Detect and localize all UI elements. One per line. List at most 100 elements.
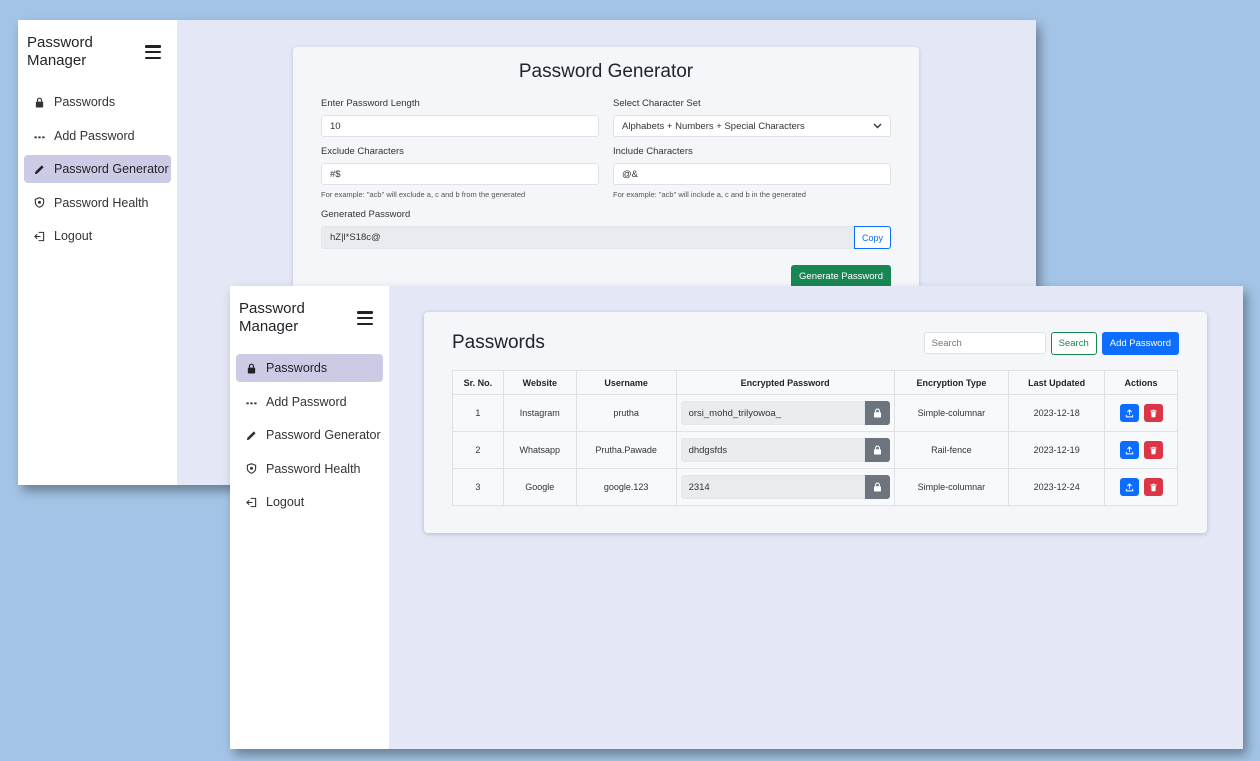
- logout-icon: [245, 496, 257, 508]
- trash-icon: [1149, 446, 1157, 454]
- encryption-type-cell: Rail-fence: [893, 431, 1010, 469]
- search-input[interactable]: [923, 332, 1046, 354]
- page-title: Passwords: [452, 332, 545, 353]
- sidebar: Password Manager Passwords Add Password …: [18, 20, 177, 485]
- encryption-type-cell: Simple-columnar: [893, 468, 1010, 506]
- sidebar-item-add-password[interactable]: Add Password: [236, 388, 383, 416]
- pencil-icon: [33, 163, 45, 175]
- generated-label: Generated Password: [321, 209, 411, 220]
- sidebar-item-logout[interactable]: Logout: [24, 222, 171, 250]
- charset-label: Select Character Set: [613, 98, 701, 109]
- last-updated-cell: 2023-12-18: [1008, 394, 1106, 432]
- app-title: Password Manager: [239, 300, 305, 335]
- include-characters-input[interactable]: @&: [613, 163, 891, 185]
- dots-icon: [33, 130, 45, 142]
- upload-button[interactable]: [1119, 404, 1139, 422]
- sidebar-item-label: Add Password: [54, 128, 135, 143]
- upload-icon: [1125, 445, 1133, 454]
- delete-button[interactable]: [1143, 441, 1163, 459]
- sidebar-item-passwords[interactable]: Passwords: [236, 354, 383, 382]
- pencil-icon: [245, 429, 257, 441]
- sidebar-header: Password Manager: [24, 32, 171, 70]
- lock-icon: [33, 96, 45, 108]
- sidebar-item-password-generator[interactable]: Password Generator: [236, 421, 383, 449]
- actions-cell: [1104, 431, 1178, 469]
- sidebar-item-label: Password Health: [54, 195, 149, 210]
- sidebar-item-label: Logout: [266, 495, 305, 509]
- generate-password-button[interactable]: Generate Password: [791, 265, 891, 288]
- hamburger-menu-icon[interactable]: [357, 311, 373, 325]
- sidebar-item-label: Passwords: [266, 361, 328, 375]
- delete-button[interactable]: [1143, 404, 1163, 422]
- lock-icon: [873, 445, 881, 455]
- sidebar-item-label: Passwords: [54, 95, 116, 109]
- sidebar-item-label: Add Password: [266, 394, 347, 409]
- upload-icon: [1125, 408, 1133, 417]
- trash-icon: [1149, 409, 1157, 417]
- column-header: Encryption Type: [893, 370, 1010, 395]
- charset-select[interactable]: Alphabets + Numbers + Special Characters: [613, 115, 891, 137]
- shield-icon: [245, 463, 257, 475]
- passwords-card: Passwords Search Add Password Sr. No. We…: [424, 312, 1207, 533]
- encrypted-cell: 2314: [675, 468, 895, 506]
- lock-icon: [245, 362, 257, 374]
- charset-value: Alphabets + Numbers + Special Characters: [622, 120, 805, 132]
- exclude-value: #$: [330, 168, 341, 180]
- sidebar-item-label: Password Generator: [54, 162, 169, 176]
- encrypted-cell: orsi_mohd_trilyowoa_: [675, 394, 895, 432]
- logout-icon: [33, 230, 45, 242]
- actions-cell: [1104, 468, 1178, 506]
- add-password-button[interactable]: Add Password: [1101, 331, 1179, 355]
- column-header: Username: [575, 370, 677, 395]
- actions-cell: [1104, 394, 1178, 432]
- upload-button[interactable]: [1119, 478, 1139, 496]
- passwords-table: Sr. No. Website Username Encrypted Passw…: [452, 370, 1178, 506]
- encrypted-password-field[interactable]: dhdgsfds: [680, 438, 865, 462]
- generated-password-field[interactable]: hZ|l*S18c@: [321, 226, 854, 249]
- encryption-type-cell: Simple-columnar: [893, 394, 1010, 432]
- encrypted-password-field[interactable]: orsi_mohd_trilyowoa_: [680, 401, 865, 425]
- length-value: 10: [330, 120, 341, 132]
- table-row: 2 Whatsapp Prutha.Pawade dhdgsfds Rail-f…: [452, 431, 1178, 469]
- decrypt-lock-button[interactable]: [864, 438, 890, 462]
- sr-cell: 2: [452, 431, 504, 469]
- sidebar-item-add-password[interactable]: Add Password: [24, 122, 171, 150]
- sidebar: Password Manager Passwords Add Password …: [230, 286, 389, 749]
- upload-icon: [1125, 482, 1133, 491]
- sidebar-item-passwords[interactable]: Passwords: [24, 88, 171, 116]
- exclude-characters-input[interactable]: #$: [321, 163, 599, 185]
- password-length-input[interactable]: 10: [321, 115, 599, 137]
- copy-button[interactable]: Copy: [854, 226, 891, 249]
- search-button[interactable]: Search: [1050, 331, 1097, 355]
- decrypt-lock-button[interactable]: [864, 401, 890, 425]
- hamburger-menu-icon[interactable]: [145, 45, 161, 59]
- sidebar-item-password-health[interactable]: Password Health: [236, 455, 383, 483]
- username-cell: prutha: [575, 394, 677, 432]
- sidebar-item-password-generator[interactable]: Password Generator: [24, 155, 171, 183]
- dots-icon: [245, 396, 257, 408]
- chevron-down-icon: [873, 121, 882, 132]
- lock-icon: [873, 408, 881, 418]
- column-header: Sr. No.: [452, 370, 504, 395]
- exclude-label: Exclude Characters: [321, 146, 404, 157]
- include-help-text: For example: "acb" will include a, c and…: [613, 190, 806, 199]
- encrypted-cell: dhdgsfds: [675, 431, 895, 469]
- upload-button[interactable]: [1119, 441, 1139, 459]
- username-cell: Prutha.Pawade: [575, 431, 677, 469]
- sidebar-item-label: Password Health: [266, 461, 361, 476]
- column-header: Last Updated: [1008, 370, 1106, 395]
- last-updated-cell: 2023-12-24: [1008, 468, 1106, 506]
- sidebar-item-password-health[interactable]: Password Health: [24, 189, 171, 217]
- page-title: Password Generator: [518, 61, 694, 82]
- include-value: @&: [622, 168, 638, 180]
- delete-button[interactable]: [1143, 478, 1163, 496]
- exclude-help-text: For example: "acb" will exclude a, c and…: [321, 190, 526, 199]
- shield-icon: [33, 197, 45, 209]
- table-row: 3 Google google.123 2314 Simple-columnar…: [452, 468, 1178, 506]
- decrypt-lock-button[interactable]: [864, 475, 890, 499]
- sidebar-item-logout[interactable]: Logout: [236, 488, 383, 516]
- sr-cell: 3: [452, 468, 504, 506]
- column-header: Actions: [1104, 370, 1178, 395]
- encrypted-password-field[interactable]: 2314: [680, 475, 865, 499]
- column-header: Encrypted Password: [675, 370, 895, 395]
